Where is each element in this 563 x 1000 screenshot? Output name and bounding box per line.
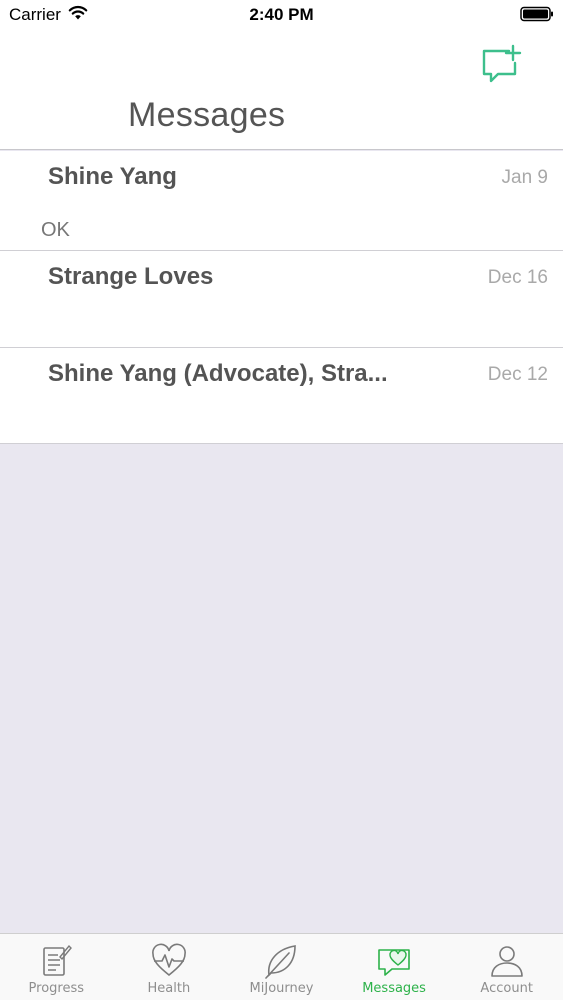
tab-label: Account [480, 981, 533, 996]
tab-label: Messages [362, 981, 426, 996]
conversation-name: Shine Yang (Advocate), Stra... [48, 360, 388, 387]
battery-icon [520, 6, 553, 22]
clock: 2:40 PM [249, 5, 314, 24]
heart-pulse-icon [151, 943, 186, 977]
tab-account[interactable]: Account [450, 934, 563, 1000]
conversation-date: Dec 12 [487, 364, 548, 385]
tab-progress[interactable]: Progress [0, 934, 113, 1000]
conversation-list: Shine Yang Jan 9 OK Strange Loves Dec 16… [0, 151, 563, 444]
tab-mijourney[interactable]: MiJourney [225, 934, 338, 1000]
conversation-row[interactable]: Strange Loves Dec 16 [0, 251, 563, 348]
compose-message-icon[interactable] [479, 44, 525, 84]
navigation-bar: Messages [0, 30, 563, 150]
conversation-row[interactable]: Shine Yang Jan 9 OK [0, 151, 563, 251]
status-bar: Carrier 2:40 PM [0, 0, 563, 30]
progress-icon [43, 944, 73, 976]
tab-label: Health [147, 981, 191, 996]
tab-label: MiJourney [249, 981, 314, 996]
tab-messages[interactable]: Messages [338, 934, 451, 1000]
conversation-name: Strange Loves [48, 263, 214, 290]
leaf-icon [265, 945, 297, 979]
conversation-date: Dec 16 [487, 267, 548, 288]
conversation-date: Jan 9 [501, 167, 548, 188]
chat-heart-icon [378, 949, 410, 976]
conversation-name: Shine Yang [48, 163, 177, 190]
conversation-preview: OK [41, 219, 70, 241]
tab-label: Progress [28, 981, 85, 996]
person-icon [490, 946, 523, 977]
tab-health[interactable]: Health [113, 934, 226, 1000]
page-title: Messages [128, 96, 286, 134]
tab-bar: Progress Health MiJourney Messages Accou… [0, 933, 563, 1000]
conversation-row[interactable]: Shine Yang (Advocate), Stra... Dec 12 [0, 348, 563, 444]
